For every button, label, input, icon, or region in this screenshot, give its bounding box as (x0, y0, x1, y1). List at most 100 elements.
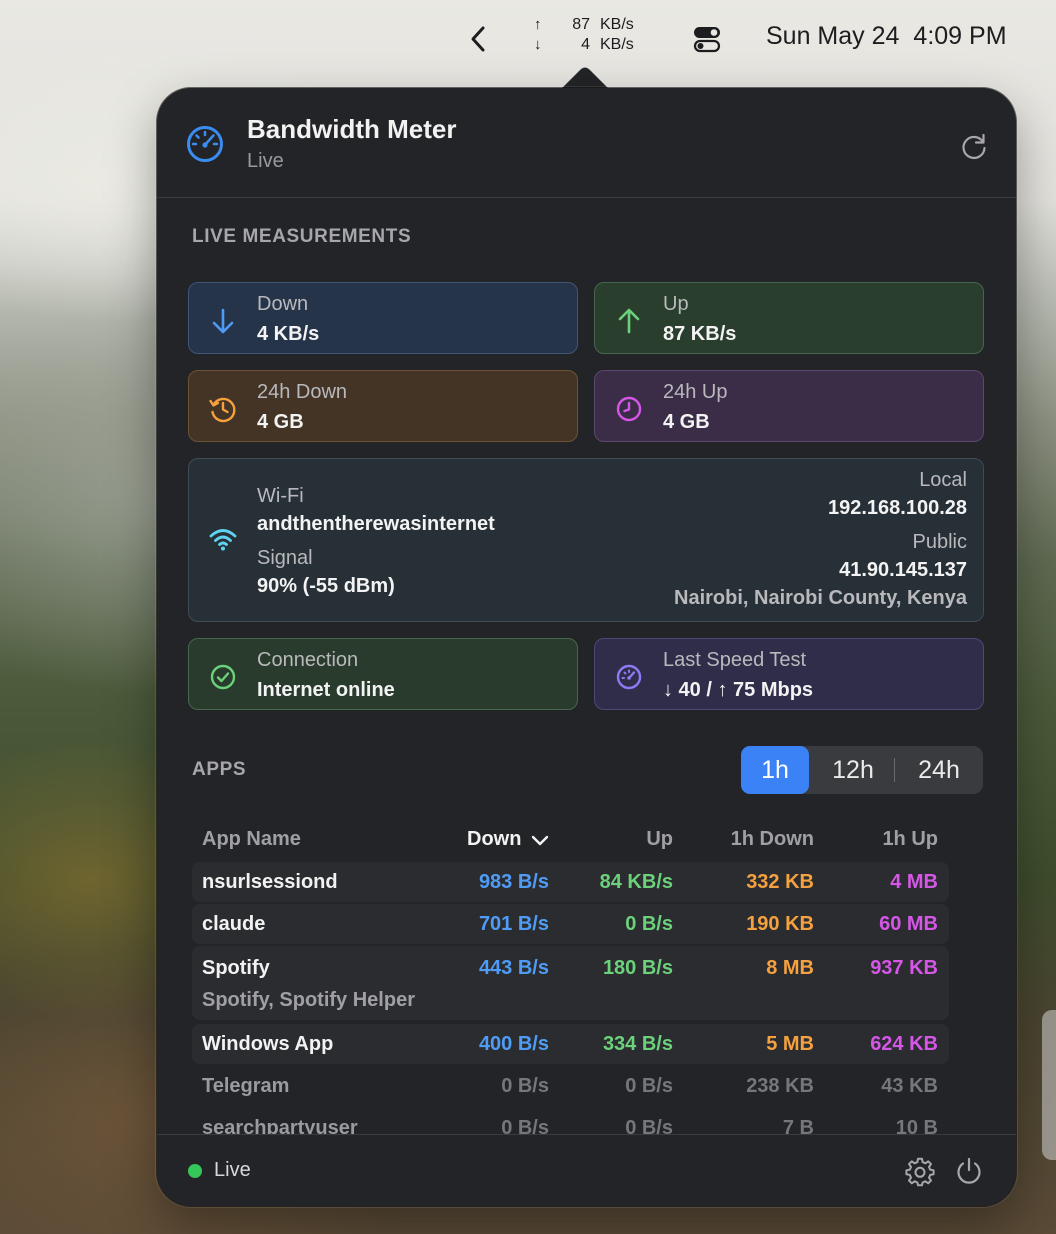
ip-location: Nairobi, Nairobi County, Kenya (674, 587, 967, 609)
speed-test-card[interactable]: Last Speed Test ↓ 40 / ↑ 75 Mbps (594, 638, 984, 710)
speed-test-label: Last Speed Test (663, 649, 807, 671)
menubar-clock[interactable]: Sun May 24 4:09 PM (766, 22, 1021, 51)
app-process-list: Spotify, Spotify Helper (202, 989, 415, 1011)
down-label: Down (257, 293, 309, 315)
app-up: 84 KB/s (599, 871, 673, 893)
table-row[interactable]: Spotify Spotify, Spotify Helper 443 B/s … (192, 946, 949, 1020)
range-1h-button[interactable]: 1h (741, 746, 809, 794)
day-down-value: 4 GB (257, 411, 304, 433)
app-up: 180 B/s (602, 957, 673, 979)
app-hour-down: 8 MB (766, 957, 814, 979)
table-row[interactable]: Windows App 400 B/s 334 B/s 5 MB 624 KB (192, 1024, 949, 1064)
app-up: 0 B/s (625, 1117, 673, 1134)
day-up-label: 24h Up (663, 381, 728, 403)
popover-arrow (560, 67, 610, 90)
power-icon[interactable] (953, 1155, 985, 1187)
table-row[interactable]: searchpartyuser 0 B/s 0 B/s 7 B 10 B (192, 1108, 949, 1134)
public-ip-value: 41.90.145.137 (839, 559, 967, 581)
app-name: claude (202, 913, 266, 935)
connection-status-card: Connection Internet online (188, 638, 578, 710)
app-down: 701 B/s (478, 913, 549, 935)
column-header-down[interactable]: Down (467, 828, 549, 851)
connection-label: Connection (257, 649, 359, 671)
app-hour-up: 60 MB (879, 913, 938, 935)
arrow-up-icon (618, 308, 640, 334)
chevron-left-icon[interactable] (466, 24, 492, 54)
app-hour-down: 238 KB (746, 1075, 814, 1097)
range-12h-button[interactable]: 12h (813, 748, 893, 792)
down-rate-card: Down 4 KB/s (188, 282, 578, 354)
app-up: 0 B/s (625, 913, 673, 935)
up-rate-card: Up 87 KB/s (594, 282, 984, 354)
time-range-segmented-control: 1h 12h 24h (741, 746, 983, 794)
day-down-card: 24h Down 4 GB (188, 370, 578, 442)
app-hour-up: 4 MB (890, 871, 938, 893)
column-header-hour-down[interactable]: 1h Down (731, 828, 814, 851)
up-arrow-icon: ↑ (534, 16, 542, 33)
segment-divider (894, 758, 895, 782)
app-down: 400 B/s (478, 1033, 549, 1055)
menubar-date: Sun May 24 (766, 22, 900, 50)
live-status-label: Live (214, 1159, 251, 1181)
signal-label: Signal (257, 547, 313, 569)
app-up: 0 B/s (625, 1075, 673, 1097)
app-hour-up: 937 KB (870, 957, 938, 979)
app-hour-down: 190 KB (746, 913, 814, 935)
app-down: 0 B/s (501, 1075, 549, 1097)
day-up-value: 4 GB (663, 411, 710, 433)
wifi-info-card: Wi-Fi andthentherewasinternet Signal 90%… (188, 458, 984, 622)
wifi-icon (209, 529, 237, 551)
refresh-icon[interactable] (957, 130, 991, 164)
app-down: 443 B/s (478, 957, 549, 979)
app-name: Windows App (202, 1033, 334, 1055)
column-header-up[interactable]: Up (646, 828, 673, 851)
clock-icon (616, 396, 642, 422)
down-arrow-icon: ↓ (534, 36, 542, 53)
app-name: Spotify (202, 957, 270, 979)
public-ip-label: Public (912, 531, 967, 553)
column-header-hour-up[interactable]: 1h Up (882, 828, 938, 851)
menubar-time: 4:09 PM (913, 22, 1007, 50)
desktop-widget-edge (1042, 1010, 1056, 1160)
app-hour-up: 43 KB (881, 1075, 938, 1097)
menubar-down-rate: 4 (581, 36, 590, 53)
column-header-app-name[interactable]: App Name (202, 828, 301, 851)
gauge-icon (616, 664, 642, 690)
apps-heading: APPS (192, 759, 247, 780)
app-up: 334 B/s (602, 1033, 673, 1055)
table-row[interactable]: claude 701 B/s 0 B/s 190 KB 60 MB (192, 904, 949, 944)
arrow-down-icon (212, 308, 234, 334)
menubar-up-unit: KB/s (600, 16, 634, 33)
gear-icon[interactable] (905, 1157, 935, 1187)
menu-bar: ↑ 87 KB/s ↓ 4 KB/s Sun May 24 4:09 PM (0, 0, 1056, 78)
chevron-down-icon (531, 835, 549, 845)
app-title: Bandwidth Meter (247, 114, 457, 144)
control-center-icon[interactable] (692, 24, 722, 54)
speedometer-icon (187, 126, 223, 162)
up-value: 87 KB/s (663, 323, 737, 345)
signal-value: 90% (-55 dBm) (257, 575, 395, 597)
day-up-card: 24h Up 4 GB (594, 370, 984, 442)
app-name: nsurlsessiond (202, 871, 338, 893)
app-down: 0 B/s (501, 1117, 549, 1134)
wifi-ssid: andthentherewasinternet (257, 513, 495, 535)
apps-table: App Name Down Up 1h Down 1h Up nsurlsess… (192, 818, 949, 1134)
local-ip-value: 192.168.100.28 (827, 497, 967, 519)
table-row[interactable]: nsurlsessiond 983 B/s 84 KB/s 332 KB 4 M… (192, 862, 949, 902)
app-name: searchpartyuser (202, 1117, 358, 1134)
app-status-subtitle: Live (247, 150, 284, 172)
menubar-down-unit: KB/s (600, 36, 634, 53)
table-row[interactable]: Telegram 0 B/s 0 B/s 238 KB 43 KB (192, 1066, 949, 1106)
app-hour-up: 624 KB (870, 1033, 938, 1055)
connection-value: Internet online (257, 679, 395, 701)
down-value: 4 KB/s (257, 323, 320, 345)
app-name: Telegram (202, 1075, 290, 1097)
popover-footer: Live (157, 1134, 1016, 1206)
day-down-label: 24h Down (257, 381, 348, 403)
menubar-rate-readout[interactable]: ↑ 87 KB/s ↓ 4 KB/s (530, 16, 650, 60)
app-down: 983 B/s (478, 871, 549, 893)
bandwidth-popover: Bandwidth Meter Live LIVE MEASUREMENTS D… (157, 88, 1016, 1206)
app-hour-down: 7 B (782, 1117, 814, 1134)
live-status-dot (188, 1164, 202, 1178)
range-24h-button[interactable]: 24h (897, 748, 981, 792)
